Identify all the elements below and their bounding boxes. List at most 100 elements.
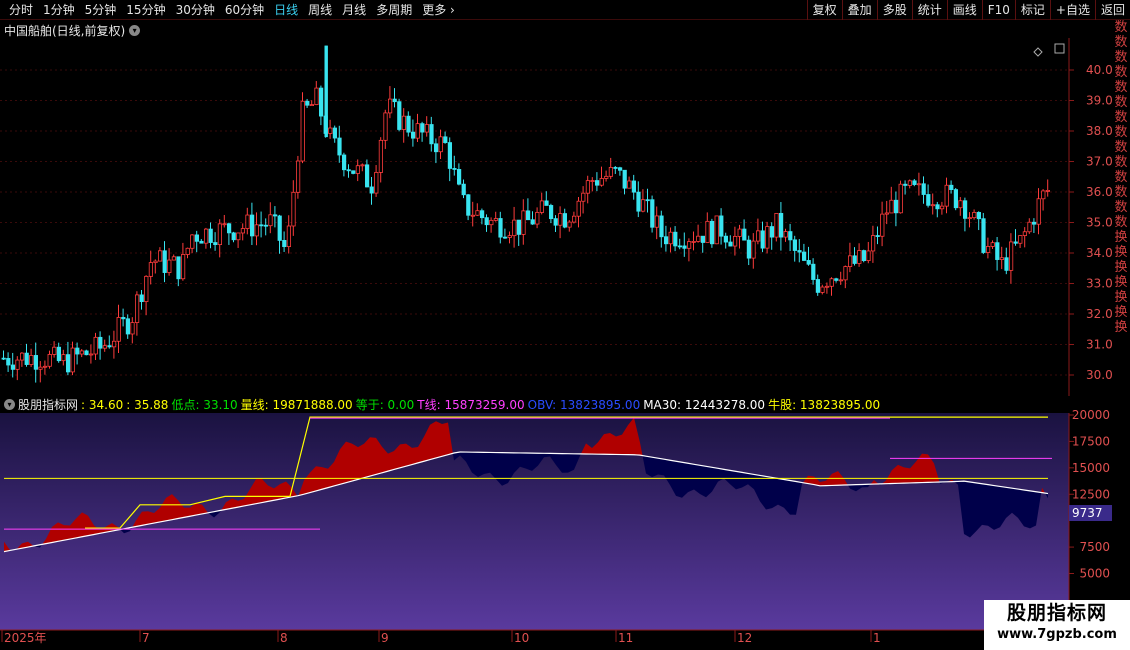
candle-body: [282, 240, 287, 248]
candle-body: [272, 214, 278, 217]
candle-body: [314, 87, 319, 106]
indicator-name: 股朋指标网: [18, 398, 79, 412]
candle-body: [157, 250, 163, 262]
candle-body: [907, 180, 913, 186]
candle-body: [751, 240, 756, 259]
watermark-url: www.7gpzb.com: [997, 627, 1117, 642]
candle-body: [185, 247, 190, 255]
candle-body: [802, 251, 807, 261]
candle-body: [944, 184, 949, 207]
candle-body: [723, 235, 729, 243]
candle-body: [222, 223, 227, 226]
candlestick-chart[interactable]: 40.00 39.00 38.00 37.00 36.00 35.00 34.00 33.00…: [0, 38, 1112, 396]
price-tick-label: 37.00: [1086, 155, 1112, 169]
candle-body: [107, 345, 112, 348]
right-tools: 复权 叠加 多股 统计 画线 F10 标记 +自选 返回: [806, 0, 1130, 20]
candle-body: [613, 167, 618, 169]
period-tab-3[interactable]: 15分钟: [121, 0, 170, 20]
price-tick-label: 34.00: [1086, 246, 1112, 260]
candle-body: [774, 212, 779, 238]
period-tab-6[interactable]: 日线: [269, 0, 303, 20]
candle-body: [346, 169, 351, 172]
candle-body: [112, 340, 117, 348]
candle-body: [328, 127, 333, 134]
price-tick-label: 40.00: [1086, 63, 1112, 77]
candle-body: [295, 160, 301, 193]
candle-body: [332, 127, 338, 139]
tool-button-7[interactable]: +自选: [1049, 0, 1095, 20]
candle-body: [677, 245, 683, 248]
period-tab-8[interactable]: 月线: [337, 0, 371, 20]
candle-body: [351, 170, 356, 174]
candle-body: [714, 215, 719, 245]
candle-body: [254, 224, 259, 237]
candle-body: [567, 221, 572, 228]
candle-body: [15, 359, 20, 370]
chevron-down-icon[interactable]: ▾: [129, 25, 141, 36]
candle-body: [549, 205, 554, 220]
tool-button-3[interactable]: 统计: [911, 0, 947, 20]
candle-body: [696, 235, 701, 242]
candle-body: [769, 226, 775, 238]
candle-body: [153, 260, 158, 264]
period-tab-9[interactable]: 多周期: [371, 0, 417, 20]
chevron-down-icon[interactable]: ▾: [4, 399, 15, 410]
period-tab-2[interactable]: 5分钟: [80, 0, 122, 20]
period-tab-4[interactable]: 30分钟: [171, 0, 220, 20]
candle-body: [10, 364, 15, 370]
candle-body: [1045, 189, 1050, 192]
candle-body: [838, 279, 844, 282]
candle-body: [305, 100, 310, 106]
candle-body: [903, 183, 908, 186]
tool-button-1[interactable]: 叠加: [841, 0, 877, 20]
candle-body: [765, 226, 770, 249]
candle-body: [19, 352, 25, 361]
candle-body: [180, 254, 186, 280]
candle-body: [249, 214, 255, 237]
tool-button-0[interactable]: 复权: [806, 0, 842, 20]
candle-body: [176, 256, 181, 280]
indicator-chart[interactable]: 20000 17500 15000 12500 7500 5000 9737 2025年 7 8 9…: [0, 396, 1112, 650]
period-tab-1[interactable]: 1分钟: [38, 0, 80, 20]
candle-body: [479, 210, 485, 219]
candle-body: [894, 199, 899, 214]
tool-button-8[interactable]: 返回: [1094, 0, 1130, 20]
candle-body: [719, 215, 724, 237]
indicator-v1: : 34.60: [81, 397, 124, 412]
candle-body: [213, 242, 218, 245]
period-tab-7[interactable]: 周线: [303, 0, 337, 20]
candle-body: [1018, 235, 1023, 244]
tool-button-5[interactable]: F10: [981, 0, 1015, 20]
candle-body: [424, 124, 430, 133]
candle-body: [618, 167, 623, 171]
period-tab-0[interactable]: 分时: [4, 0, 38, 20]
candle-body: [231, 232, 236, 241]
candle-body: [530, 219, 535, 225]
indicator-t-line: T线: 15873259.00: [417, 398, 525, 412]
candle-body: [843, 266, 848, 281]
tool-button-2[interactable]: 多股: [876, 0, 912, 20]
candle-body: [337, 137, 342, 156]
candle-body: [521, 210, 526, 235]
tool-button-6[interactable]: 标记: [1014, 0, 1050, 20]
candle-body: [433, 143, 439, 153]
period-toolbar: 分时 1分钟 5分钟 15分钟 30分钟 60分钟 日线 周线 月线 多周期 更多 › 复权 叠加 多股…: [0, 0, 1130, 20]
candle-body: [199, 240, 204, 244]
candle-body: [779, 212, 784, 238]
candle-body: [576, 200, 581, 217]
period-tab-5[interactable]: 60分钟: [220, 0, 269, 20]
candle-body: [383, 112, 388, 141]
candle-body: [443, 136, 448, 143]
candle-body: [917, 183, 922, 186]
candle-body: [572, 215, 577, 223]
indicator-tick-label: 5000: [1079, 567, 1110, 581]
candle-body: [236, 232, 241, 241]
candle-body: [75, 347, 80, 355]
candle-body: [134, 294, 140, 323]
candle-body: [705, 220, 710, 243]
candle-body: [309, 104, 315, 107]
period-tab-10[interactable]: 更多 ›: [417, 0, 460, 20]
candle-body: [429, 124, 434, 145]
candle-body: [420, 123, 425, 133]
tool-button-4[interactable]: 画线: [946, 0, 982, 20]
